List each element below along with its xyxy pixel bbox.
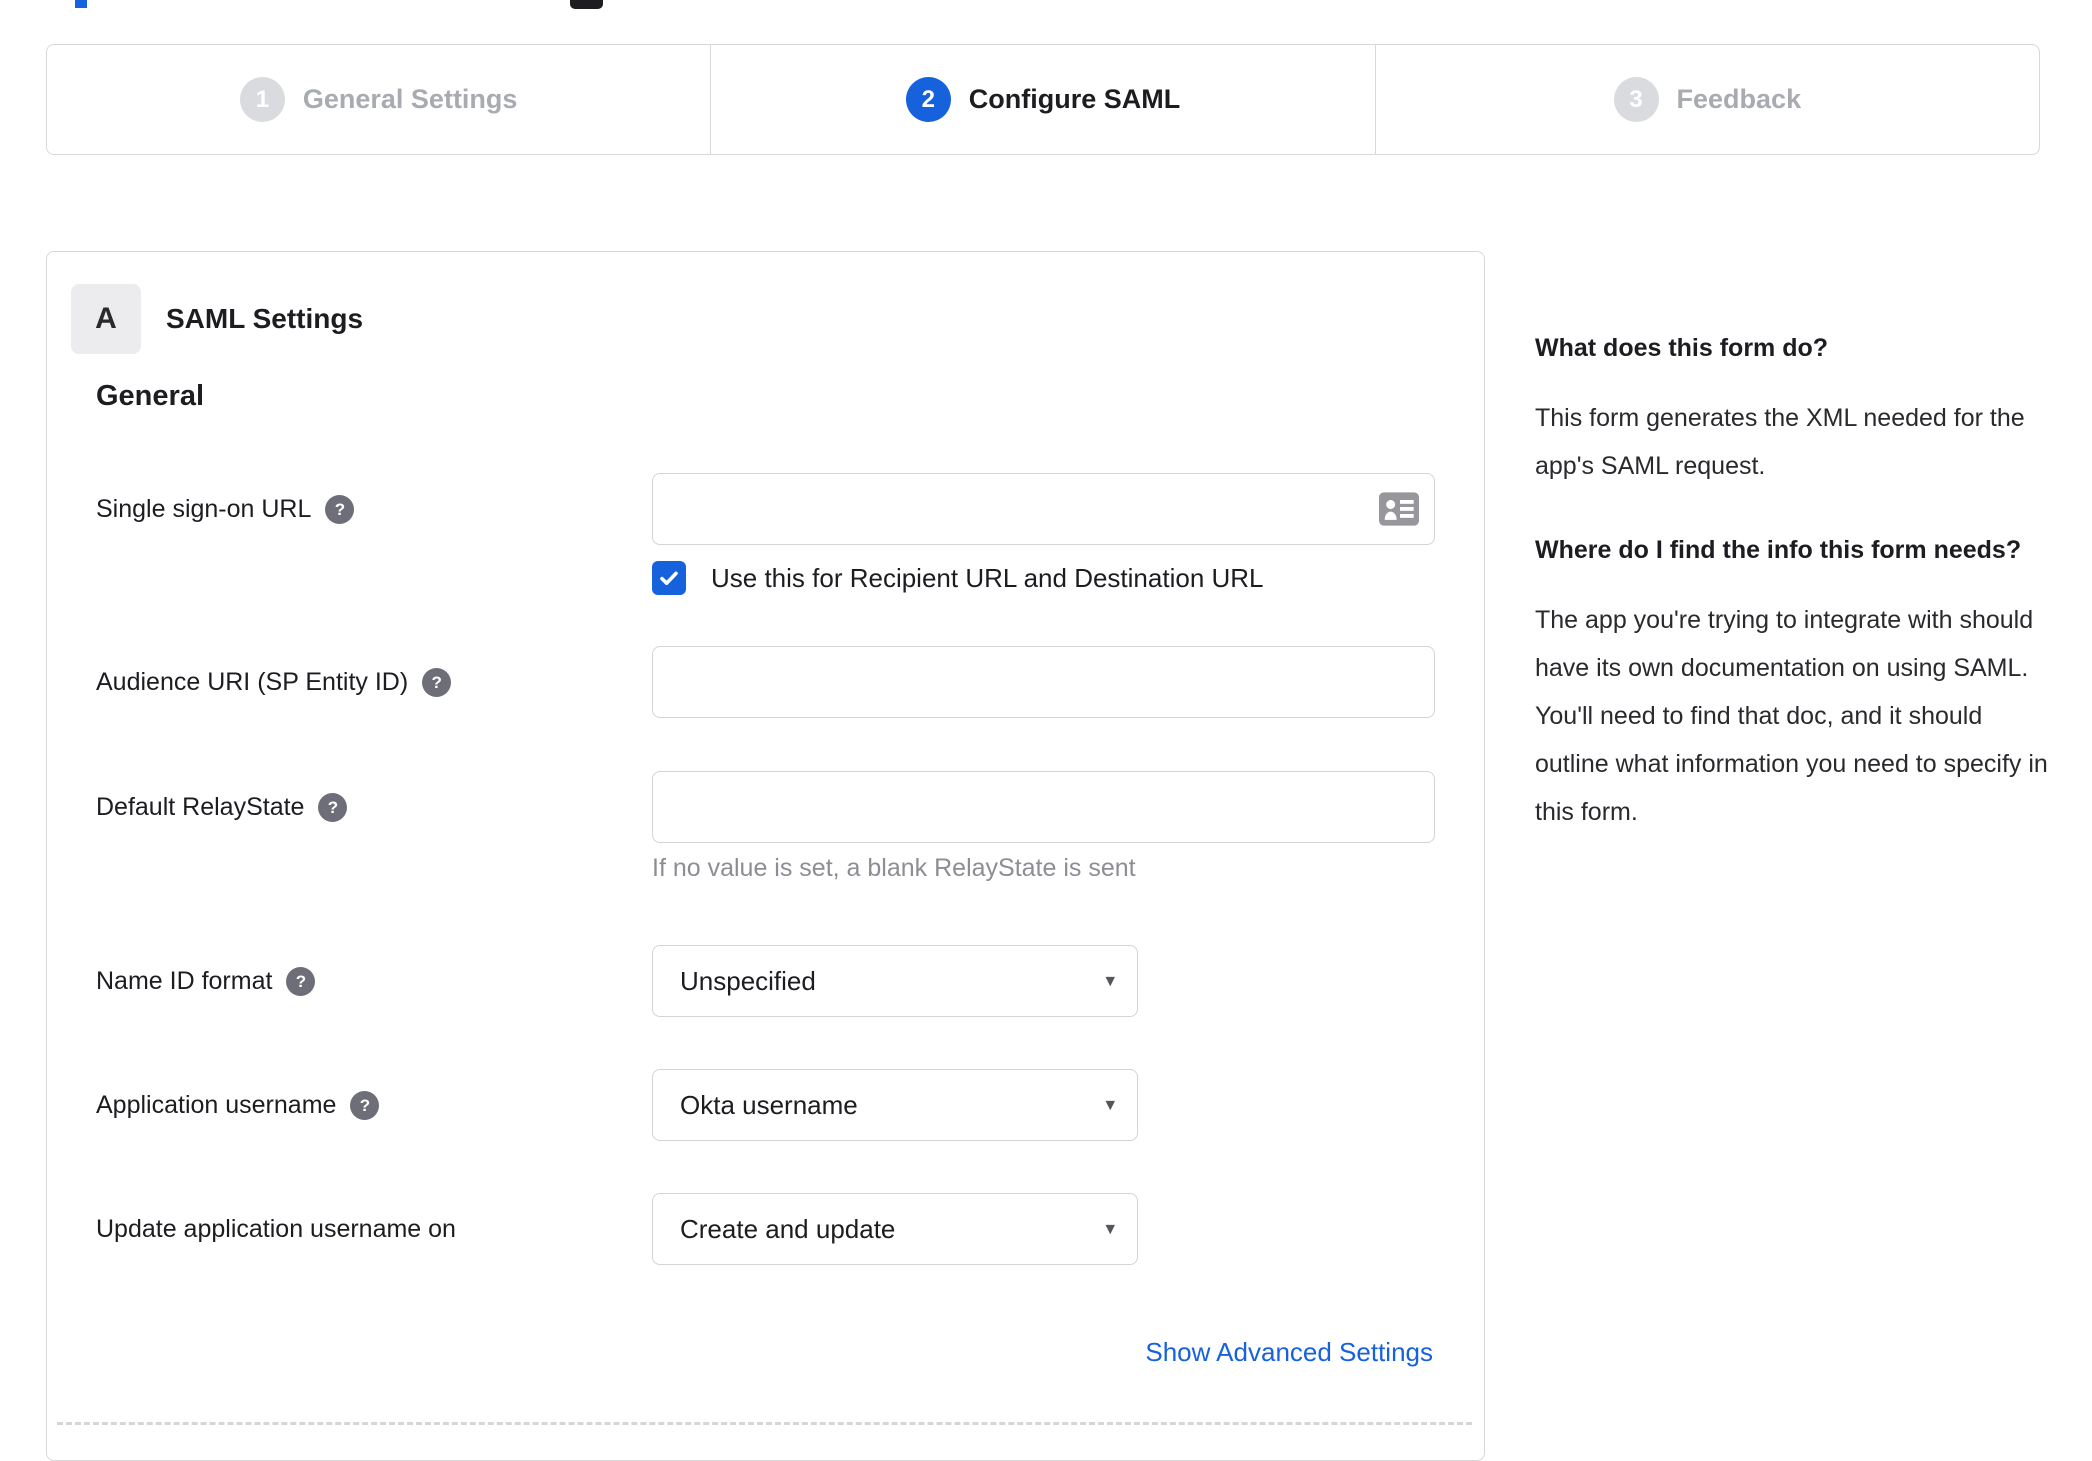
help-question-1-title: What does this form do? [1535, 334, 1829, 362]
step-configure-saml[interactable]: 2 Configure SAML [710, 45, 1374, 154]
name-id-format-label-text: Name ID format [96, 967, 273, 995]
section-divider [57, 1422, 1472, 1425]
relay-state-hint: If no value is set, a blank RelayState i… [652, 854, 1136, 882]
app-username-help-icon[interactable]: ? [350, 1091, 380, 1120]
app-username-label-text: Application username [96, 1091, 337, 1119]
chevron-down-icon: ▾ [1105, 970, 1115, 992]
step-general-settings[interactable]: 1 General Settings [47, 45, 710, 154]
header-fragment-blue [75, 0, 87, 8]
step-1-circle: 1 [239, 77, 285, 122]
help-question-2-title: Where do I find the info this form needs… [1535, 536, 2022, 564]
name-id-format-value: Unspecified [680, 965, 816, 996]
audience-help-icon[interactable]: ? [422, 668, 452, 697]
update-username-label-text: Update application username on [96, 1215, 456, 1243]
step-2-circle: 2 [905, 77, 951, 122]
help-sidebar: What does this form do? This form genera… [1535, 330, 2049, 878]
name-id-help-icon[interactable]: ? [286, 967, 316, 996]
name-id-format-select[interactable]: Unspecified ▾ [652, 945, 1138, 1017]
app-username-select[interactable]: Okta username ▾ [652, 1069, 1138, 1141]
checkmark-icon [660, 571, 678, 585]
help-question-2-body: The app you're trying to integrate with … [1535, 606, 2048, 826]
step-feedback[interactable]: 3 Feedback [1374, 45, 2039, 154]
step-3-label: Feedback [1676, 84, 1802, 114]
update-username-value: Create and update [680, 1213, 896, 1244]
saml-settings-panel: A SAML Settings General Single sign-on U… [46, 251, 1485, 1461]
name-id-format-label: Name ID format ? [96, 967, 316, 996]
sso-help-icon[interactable]: ? [325, 495, 355, 524]
app-username-label: Application username ? [96, 1091, 380, 1120]
header-fragment-logo [570, 0, 603, 9]
update-username-label: Update application username on [96, 1215, 456, 1244]
sso-url-label-text: Single sign-on URL [96, 495, 312, 523]
section-a-badge: A [71, 284, 141, 354]
relay-state-label: Default RelayState ? [96, 793, 348, 822]
app-username-value: Okta username [680, 1089, 858, 1120]
relay-state-input-wrap [652, 771, 1435, 843]
sso-url-label: Single sign-on URL ? [96, 495, 355, 524]
step-1-label: General Settings [302, 84, 518, 114]
contact-card-icon[interactable] [1379, 492, 1419, 526]
show-advanced-settings-link[interactable]: Show Advanced Settings [1145, 1337, 1433, 1368]
sso-url-input-wrap [652, 473, 1435, 545]
sso-url-input[interactable] [652, 473, 1435, 545]
help-question-1-body: This form generates the XML needed for t… [1535, 404, 2025, 480]
relay-help-icon[interactable]: ? [318, 793, 348, 822]
audience-uri-label: Audience URI (SP Entity ID) ? [96, 668, 452, 697]
relay-state-label-text: Default RelayState [96, 793, 305, 821]
audience-uri-input[interactable] [652, 646, 1435, 718]
recipient-url-checkbox-label[interactable]: Use this for Recipient URL and Destinati… [711, 561, 1264, 595]
chevron-down-icon: ▾ [1105, 1218, 1115, 1240]
audience-uri-label-text: Audience URI (SP Entity ID) [96, 668, 409, 696]
panel-title: SAML Settings [166, 303, 364, 334]
update-username-select[interactable]: Create and update ▾ [652, 1193, 1138, 1265]
general-section-title: General [96, 380, 204, 412]
wizard-stepper: 1 General Settings 2 Configure SAML 3 Fe… [46, 44, 2040, 155]
audience-uri-input-wrap [652, 646, 1435, 718]
relay-state-input[interactable] [652, 771, 1435, 843]
step-2-label: Configure SAML [968, 84, 1181, 114]
recipient-url-checkbox[interactable] [652, 561, 686, 595]
chevron-down-icon: ▾ [1105, 1094, 1115, 1116]
step-3-circle: 3 [1613, 77, 1659, 122]
